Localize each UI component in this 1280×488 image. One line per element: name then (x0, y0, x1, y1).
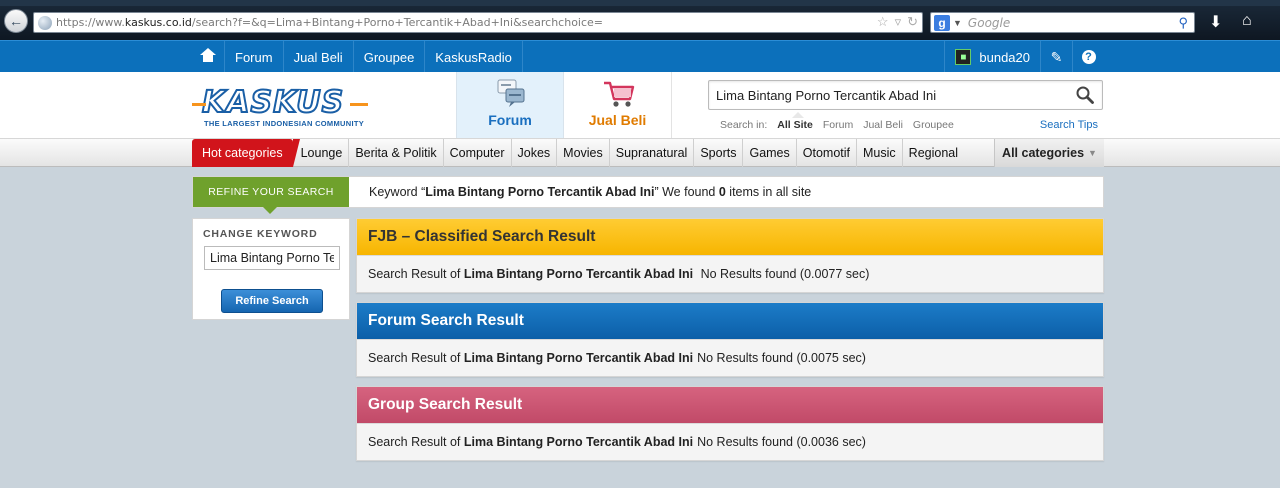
category-lounge[interactable]: Lounge (295, 139, 350, 167)
logo-text: KASKUS (201, 85, 345, 120)
category-regional[interactable]: Regional (903, 139, 964, 167)
browser-search-box[interactable]: g ▼ Google ⚲ (930, 12, 1195, 33)
reload-icon[interactable]: ↻ (907, 14, 918, 30)
scope-groupee[interactable]: Groupee (913, 119, 954, 131)
globe-icon (38, 15, 52, 30)
category-games[interactable]: Games (743, 139, 797, 167)
fjb-result-keyword: Lima Bintang Porno Tercantik Abad Ini (463, 267, 694, 281)
group-result-title: Group Search Result (357, 387, 1103, 423)
url-text: https://www.kaskus.co.id/search?f=&q=Lim… (56, 16, 604, 29)
browser-toolbar: ← https://www.kaskus.co.id/search?f=&q=L… (0, 0, 1280, 40)
category-sports[interactable]: Sports (694, 139, 744, 167)
fjb-result-body: Search Result of Lima Bintang Porno Terc… (357, 255, 1103, 292)
shopping-cart-icon (604, 81, 635, 107)
home-icon[interactable]: ⌂ (1242, 12, 1252, 30)
search-tips-link[interactable]: Search Tips (1040, 119, 1098, 131)
tab-jual-beli[interactable]: Jual Beli (564, 72, 672, 138)
category-berita-politik[interactable]: Berita & Politik (349, 139, 444, 167)
search-icon[interactable]: ⚲ (1178, 15, 1188, 31)
group-result-panel: Group Search Result Search Result of Lim… (356, 386, 1104, 461)
group-result-status: No Results found (0.0036 sec) (697, 435, 866, 449)
site-header: KASKUS THE LARGEST INDONESIAN COMMUNITY … (0, 72, 1280, 138)
summary-keyword: Lima Bintang Porno Tercantik Abad Ini (425, 185, 655, 199)
nav-groupee[interactable]: Groupee (352, 41, 425, 73)
logo-tagline: THE LARGEST INDONESIAN COMMUNITY (204, 119, 365, 128)
category-jokes[interactable]: Jokes (512, 139, 558, 167)
help-button[interactable]: ? (1072, 41, 1104, 73)
refine-search-button[interactable]: Refine Search (221, 289, 323, 313)
tab-forum-label: Forum (488, 112, 532, 128)
keyword-input[interactable] (204, 246, 340, 270)
search-in-label: Search in: (720, 119, 768, 131)
nav-forum[interactable]: Forum (224, 41, 283, 73)
avatar: ■ (955, 49, 972, 65)
arrow-left-icon: ← (9, 13, 23, 29)
tab-jual-beli-label: Jual Beli (588, 112, 647, 128)
fjb-result-panel: FJB – Classified Search Result Search Re… (356, 218, 1104, 293)
nav-home[interactable] (192, 41, 224, 73)
change-keyword-label: Change Keyword (203, 228, 318, 240)
scope-forum[interactable]: Forum (823, 119, 853, 131)
refine-search-bar: Refine your search Keyword “Lima Bintang… (192, 176, 1104, 214)
search-scope: Search in: All Site Forum Jual Beli Grou… (720, 112, 954, 131)
search-icon[interactable] (1076, 86, 1094, 104)
tab-forum[interactable]: Forum (456, 72, 564, 138)
site-search-input[interactable]: Lima Bintang Porno Tercantik Abad Ini (708, 80, 1103, 110)
edit-button[interactable]: ✎ (1040, 41, 1072, 73)
all-categories-dropdown[interactable]: All categories ▼ (994, 139, 1104, 167)
back-button[interactable]: ← (4, 9, 28, 33)
fjb-result-title: FJB – Classified Search Result (357, 219, 1103, 255)
home-icon (200, 48, 216, 63)
fjb-result-status: No Results found (0.0077 sec) (700, 267, 870, 281)
category-computer[interactable]: Computer (444, 139, 512, 167)
username: bunda20 (979, 49, 1030, 65)
forum-icon (497, 79, 525, 107)
site-search-value: Lima Bintang Porno Tercantik Abad Ini (716, 87, 937, 103)
user-menu[interactable]: ■ bunda20 (944, 41, 1040, 73)
chevron-down-icon: ▼ (1088, 148, 1097, 158)
summary-count: 0 (718, 185, 726, 199)
hot-categories-tab[interactable]: Hot categories (192, 139, 300, 167)
search-summary: Keyword “Lima Bintang Porno Tercantik Ab… (369, 185, 812, 199)
category-music[interactable]: Music (857, 139, 903, 167)
forum-result-status: No Results found (0.0075 sec) (697, 351, 866, 365)
group-result-body: Search Result of Lima Bintang Porno Terc… (357, 423, 1103, 460)
help-icon: ? (1081, 50, 1096, 64)
chevron-down-icon[interactable]: ▼ (953, 18, 962, 28)
refine-search-label: Refine your search (193, 177, 349, 214)
dropdown-icon[interactable]: ▿ (895, 14, 902, 30)
nav-jual-beli[interactable]: Jual Beli (282, 41, 353, 73)
browser-search-placeholder: Google (967, 15, 1011, 30)
forum-result-keyword: Lima Bintang Porno Tercantik Abad Ini (463, 351, 694, 365)
forum-result-title: Forum Search Result (357, 303, 1103, 339)
site-topnav: Forum Jual Beli Groupee KaskusRadio ■ bu… (0, 40, 1280, 73)
category-supranatural[interactable]: Supranatural (610, 139, 695, 167)
nav-kaskusradio[interactable]: KaskusRadio (424, 41, 523, 73)
forum-result-panel: Forum Search Result Search Result of Lim… (356, 302, 1104, 377)
forum-result-body: Search Result of Lima Bintang Porno Terc… (357, 339, 1103, 376)
category-otomotif[interactable]: Otomotif (797, 139, 858, 167)
scope-jual-beli[interactable]: Jual Beli (863, 119, 903, 131)
google-icon[interactable]: g (934, 14, 950, 31)
address-bar[interactable]: https://www.kaskus.co.id/search?f=&q=Lim… (33, 12, 923, 33)
pencil-icon: ✎ (1050, 48, 1063, 65)
scope-all-site[interactable]: All Site (777, 112, 813, 131)
category-movies[interactable]: Movies (557, 139, 610, 167)
category-bar: Hot categories Lounge Berita & Politik C… (0, 138, 1280, 167)
star-icon[interactable]: ☆ (877, 14, 889, 30)
kaskus-logo[interactable]: KASKUS THE LARGEST INDONESIAN COMMUNITY (192, 85, 374, 128)
group-result-keyword: Lima Bintang Porno Tercantik Abad Ini (463, 435, 694, 449)
change-keyword-panel: Change Keyword Refine Search (192, 218, 350, 320)
all-categories-label: All categories (1002, 146, 1085, 160)
download-icon[interactable]: ⬇ (1209, 12, 1222, 32)
